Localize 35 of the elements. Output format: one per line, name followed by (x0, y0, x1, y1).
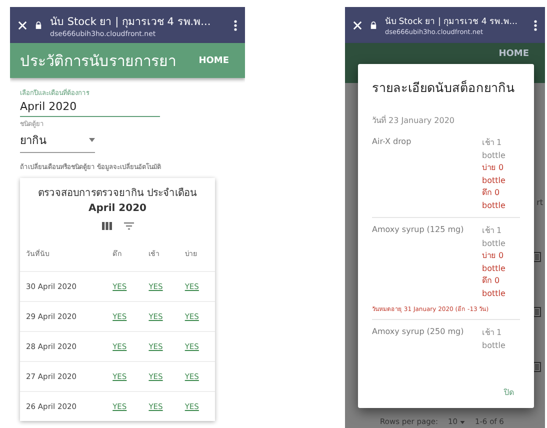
more-icon[interactable] (534, 20, 537, 30)
page-title: นับ Stock ยา | กุมารเวช 4 รพ.พ... (385, 16, 518, 28)
count-text: เช้า 1 bottle (482, 137, 506, 162)
drug-name: Air-X drop (372, 137, 412, 148)
cabinet-dropdown[interactable]: ยากิน (20, 129, 95, 153)
dropdown-caret-icon (89, 138, 95, 142)
close-button[interactable]: ปิด (498, 385, 520, 400)
home-button[interactable]: HOME (492, 48, 535, 60)
month-field[interactable]: April 2020 (20, 98, 160, 117)
filter-icon[interactable] (124, 222, 134, 230)
home-button[interactable]: HOME (192, 54, 235, 66)
count-text: บ่าย 0 bottle (482, 162, 506, 186)
dropdown-caret-icon (460, 421, 465, 424)
drug-name: Amoxy syrup (125 mg) (372, 225, 464, 236)
count-text: เช้า 1 bottle (482, 225, 506, 250)
page-title: นับ Stock ยา | กุมารเวช 4 รพ.พ... (50, 14, 212, 30)
list-icon[interactable] (533, 252, 541, 262)
more-icon[interactable] (234, 20, 237, 30)
count-text: บ่าย 0 bottle (482, 250, 506, 274)
count-text: เช้า 1 bottle (482, 327, 506, 352)
count-text: ดึก 0 bottle (482, 187, 506, 212)
table-title: ตรวจสอบการตรวจยากิน ประจำเดือน April 2020 (36, 186, 198, 216)
drug-name: Amoxy syrup (250 mg) (372, 327, 464, 338)
app-title: ประวัติการนับรายการยา (20, 50, 176, 72)
close-icon[interactable] (18, 20, 27, 30)
close-icon[interactable] (353, 20, 362, 30)
list-icon[interactable] (533, 307, 541, 317)
dialog-title: รายละเอียดนับสต็อกยากิน (371, 79, 516, 97)
count-text: ดึก 0 bottle (482, 275, 506, 300)
columns-icon[interactable] (102, 222, 112, 230)
count-date: วันที่ 23 January 2020 (372, 114, 456, 127)
lock-icon (370, 21, 377, 29)
column-header: rt (536, 198, 543, 207)
list-icon[interactable] (533, 362, 541, 372)
lock-icon (35, 21, 42, 29)
